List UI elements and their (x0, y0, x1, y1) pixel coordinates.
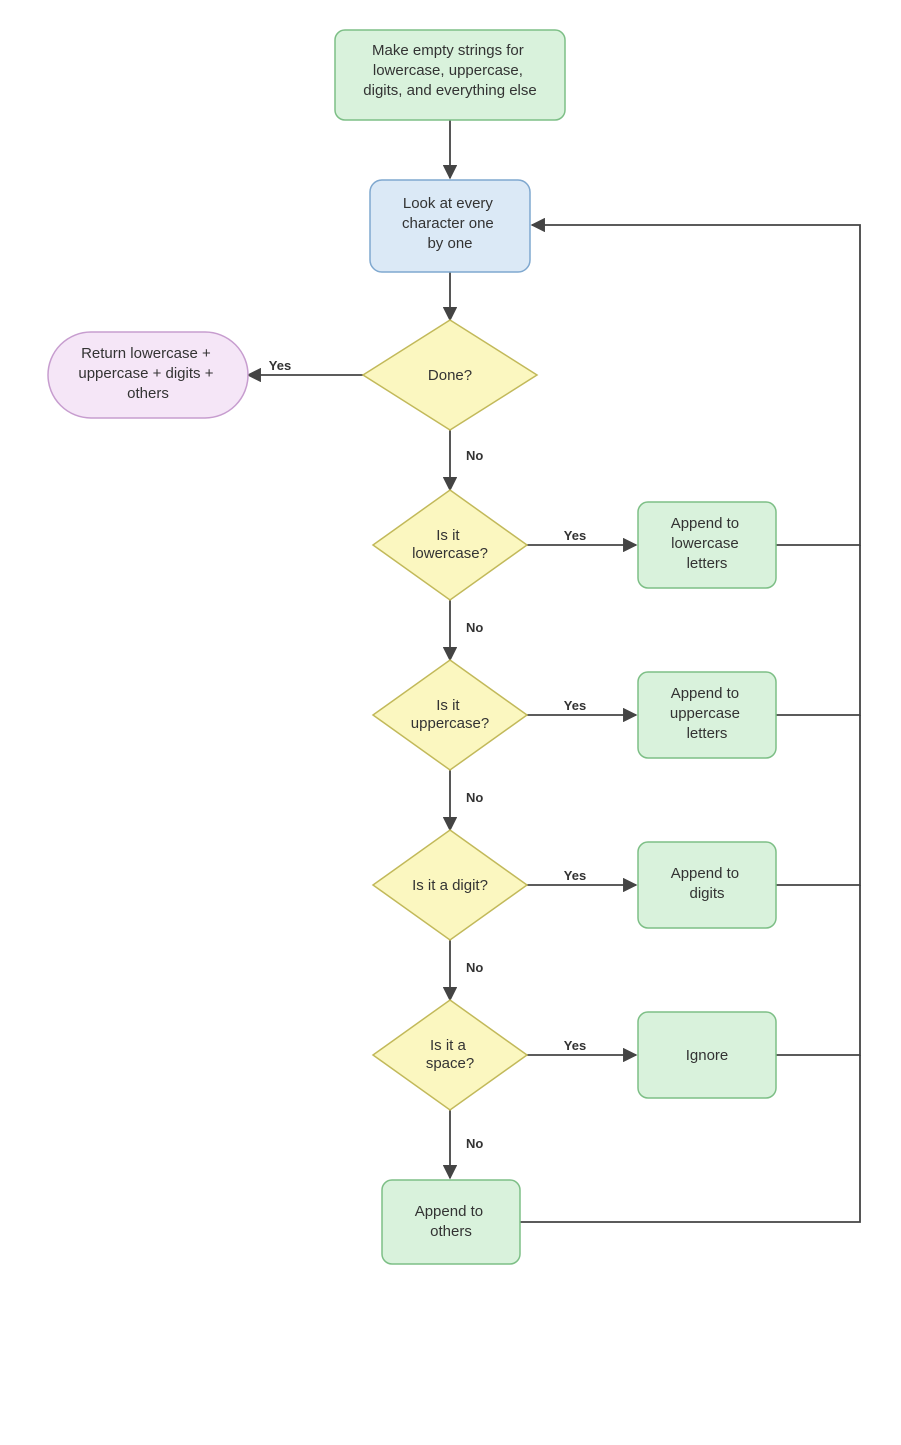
node-loop-line2: character one (402, 215, 494, 232)
node-append-upper-line1: Append to (671, 685, 739, 702)
node-return-line3: others (127, 385, 169, 402)
edge-label-lower-no: No (466, 620, 483, 635)
node-append-digit-line1: Append to (671, 865, 739, 882)
edge-label-done-no: No (466, 448, 483, 463)
node-is-space-line1: Is it a (430, 1037, 467, 1054)
node-loop-line1: Look at every (403, 195, 494, 212)
node-ignore-text: Ignore (686, 1047, 729, 1064)
node-done: Done? (363, 320, 537, 430)
node-append-digit: Append to digits (638, 842, 776, 928)
node-is-upper-line1: Is it (436, 697, 460, 714)
node-is-upper: Is it uppercase? (373, 660, 527, 770)
edge-label-lower-yes: Yes (564, 528, 586, 543)
node-return-line1: Return lowercase + (81, 345, 211, 362)
edge-appendupper-bus (776, 545, 860, 715)
node-append-lower: Append to lowercase letters (638, 502, 776, 588)
node-start-line2: lowercase, uppercase, (373, 62, 523, 79)
edge-label-done-yes: Yes (269, 358, 291, 373)
node-is-digit: Is it a digit? (373, 830, 527, 940)
edge-label-digit-no: No (466, 960, 483, 975)
svg-text:Is it a space?: Is it a space? (426, 1037, 474, 1072)
node-append-lower-line2: lowercase (671, 535, 739, 552)
edge-label-space-yes: Yes (564, 1038, 586, 1053)
edge-label-upper-yes: Yes (564, 698, 586, 713)
svg-text:Make empty strings for l: Make empty strings for lowercase, upperc… (363, 42, 536, 99)
node-append-upper-line2: uppercase (670, 705, 740, 722)
flowchart-canvas: Yes No Yes No Yes No Yes No Yes No Make … (0, 0, 901, 1445)
node-is-digit-text: Is it a digit? (412, 877, 488, 894)
node-done-text: Done? (428, 367, 472, 384)
node-append-other-line2: others (430, 1223, 472, 1240)
node-append-digit-line2: digits (689, 885, 724, 902)
node-loop: Look at every character one by one (370, 180, 530, 272)
node-append-upper: Append to uppercase letters (638, 672, 776, 758)
node-is-lower-line1: Is it (436, 527, 460, 544)
node-is-space: Is it a space? (373, 1000, 527, 1110)
node-append-other-line1: Append to (415, 1203, 483, 1220)
node-start-line1: Make empty strings for (372, 42, 524, 59)
node-loop-line3: by one (427, 235, 472, 252)
edge-appenddigit-bus (776, 715, 860, 885)
node-append-lower-line3: letters (687, 555, 728, 572)
node-is-space-line2: space? (426, 1055, 474, 1072)
node-ignore: Ignore (638, 1012, 776, 1098)
node-is-lower-line2: lowercase? (412, 545, 488, 562)
node-return-line2: uppercase + digits + (78, 365, 213, 382)
node-is-lower: Is it lowercase? (373, 490, 527, 600)
node-start-line3: digits, and everything else (363, 82, 536, 99)
node-append-upper-line3: letters (687, 725, 728, 742)
edge-ignore-bus (776, 885, 860, 1055)
node-is-upper-line2: uppercase? (411, 715, 489, 732)
edge-label-upper-no: No (466, 790, 483, 805)
node-start: Make empty strings for lowercase, upperc… (335, 30, 565, 120)
edge-label-space-no: No (466, 1136, 483, 1151)
node-append-lower-line1: Append to (671, 515, 739, 532)
edge-label-digit-yes: Yes (564, 868, 586, 883)
node-return: Return lowercase + uppercase + digits + … (48, 332, 248, 418)
edge-appendlower-loop (532, 225, 860, 545)
node-append-other: Append to others (382, 1180, 520, 1264)
